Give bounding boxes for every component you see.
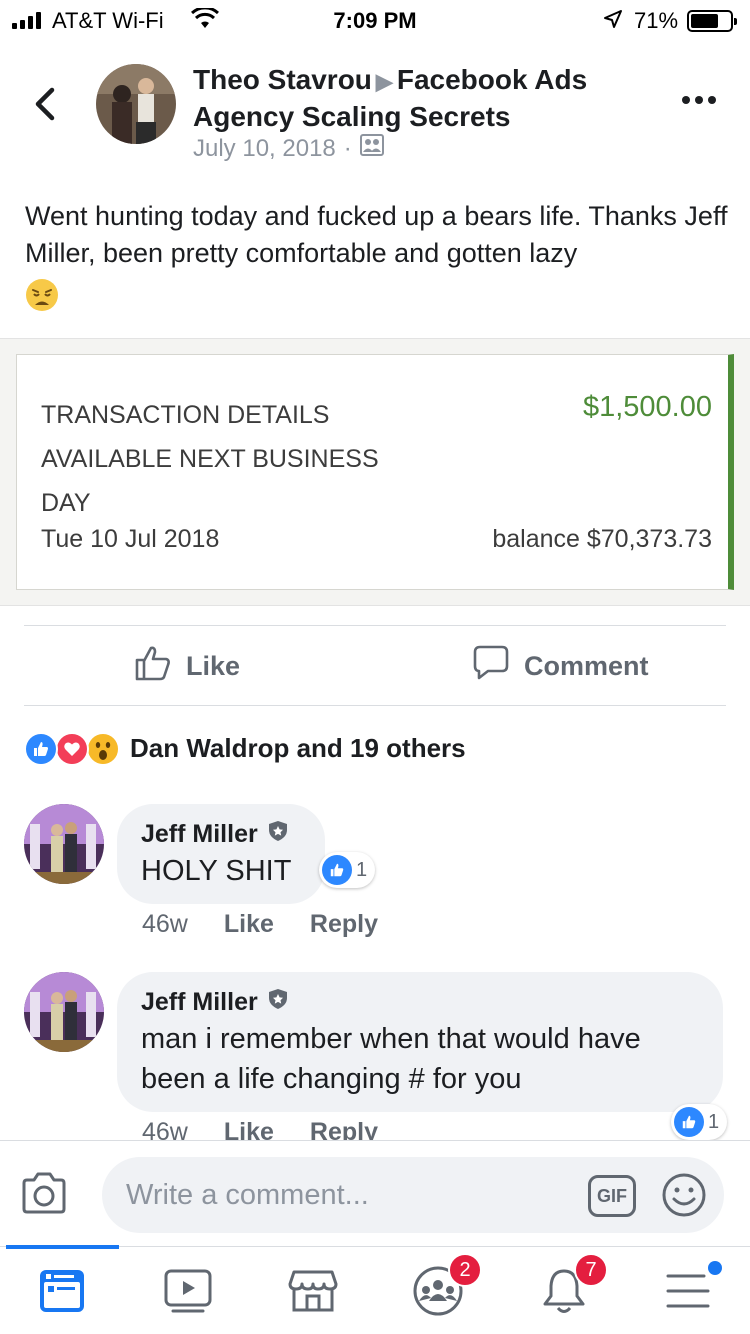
comment-bubble[interactable]: Jeff Miller HOLY SHIT bbox=[117, 804, 325, 904]
author-name[interactable]: Theo Stavrou bbox=[193, 64, 372, 95]
camera-icon[interactable] bbox=[20, 1171, 68, 1220]
more-options-icon[interactable] bbox=[682, 96, 716, 104]
author-avatar[interactable] bbox=[96, 64, 176, 144]
notifications-badge: 7 bbox=[574, 1253, 608, 1287]
transaction-balance: balance $70,373.73 bbox=[492, 525, 712, 553]
marketplace-store-icon bbox=[288, 1268, 338, 1319]
tab-marketplace[interactable] bbox=[285, 1265, 341, 1321]
post-date[interactable]: July 10, 2018 bbox=[193, 135, 336, 163]
post-header-title[interactable]: Theo Stavrou ▶ Facebook Ads Agency Scaling… bbox=[193, 62, 653, 134]
transaction-label: TRANSACTION DETAILS AVAILABLE NEXT BUSIN… bbox=[41, 401, 379, 517]
tab-groups[interactable]: 2 bbox=[410, 1253, 482, 1321]
post-meta: July 10, 2018 · bbox=[193, 134, 384, 163]
caret-right-icon: ▶ bbox=[375, 69, 393, 94]
thumbs-up-icon bbox=[134, 644, 172, 689]
admin-shield-icon bbox=[268, 988, 288, 1017]
commenter-avatar[interactable] bbox=[24, 804, 104, 884]
like-reaction-icon bbox=[24, 732, 58, 766]
reaction-icons bbox=[24, 730, 124, 766]
commenter-avatar[interactable] bbox=[24, 972, 104, 1052]
comment-bubble-icon bbox=[472, 644, 510, 689]
comment-composer: GIF bbox=[0, 1140, 750, 1246]
active-tab-indicator bbox=[6, 1245, 119, 1249]
news-feed-icon bbox=[38, 1268, 86, 1319]
like-reaction-icon bbox=[674, 1107, 704, 1137]
groups-badge: 2 bbox=[448, 1253, 482, 1287]
sticker-smiley-icon[interactable] bbox=[660, 1171, 708, 1224]
back-icon[interactable] bbox=[28, 84, 64, 124]
comment-reaction-count[interactable]: 1 bbox=[671, 1104, 728, 1140]
comment-button[interactable]: Comment bbox=[472, 644, 649, 688]
tab-bar: 2 7 bbox=[0, 1245, 750, 1334]
tab-news-feed[interactable] bbox=[34, 1265, 90, 1321]
weary-face-emoji bbox=[25, 278, 59, 322]
tab-notifications[interactable]: 7 bbox=[536, 1253, 608, 1321]
reactions-summary[interactable]: Dan Waldrop and 19 others bbox=[24, 728, 466, 768]
new-menu-dot bbox=[708, 1261, 722, 1275]
reactions-text[interactable]: Dan Waldrop and 19 others bbox=[130, 733, 466, 764]
status-bar: AT&T Wi-Fi 7:09 PM 71% bbox=[0, 0, 750, 42]
battery-percent: 71% bbox=[634, 8, 679, 33]
comment-meta: 46w Like Reply bbox=[142, 910, 378, 939]
watch-video-icon bbox=[163, 1268, 213, 1319]
transaction-date: Tue 10 Jul 2018 bbox=[41, 525, 220, 553]
tab-menu[interactable] bbox=[660, 1261, 722, 1321]
post-image[interactable]: TRANSACTION DETAILS AVAILABLE NEXT BUSIN… bbox=[0, 338, 750, 606]
divider bbox=[24, 625, 726, 626]
post-text: Went hunting today and fucked up a bears… bbox=[25, 198, 730, 322]
wow-reaction-icon bbox=[86, 732, 120, 766]
comment-time: 46w bbox=[142, 910, 188, 938]
transaction-amount: $1,500.00 bbox=[582, 391, 712, 423]
love-reaction-icon bbox=[55, 732, 89, 766]
location-arrow-icon bbox=[603, 9, 623, 35]
hamburger-menu-icon bbox=[664, 1270, 712, 1317]
group-audience-icon bbox=[359, 134, 384, 163]
comment-author[interactable]: Jeff Miller bbox=[141, 820, 301, 849]
admin-shield-icon bbox=[268, 820, 288, 849]
gif-icon[interactable]: GIF bbox=[588, 1175, 636, 1217]
transaction-card: TRANSACTION DETAILS AVAILABLE NEXT BUSIN… bbox=[16, 354, 734, 590]
separator-dot: · bbox=[343, 134, 352, 162]
like-reaction-icon bbox=[322, 855, 352, 885]
tab-watch[interactable] bbox=[160, 1265, 216, 1321]
comment-reply-button[interactable]: Reply bbox=[310, 910, 378, 939]
comment-author[interactable]: Jeff Miller bbox=[141, 988, 699, 1017]
comment-text: man i remember when that would have been… bbox=[141, 1023, 641, 1095]
divider bbox=[24, 705, 726, 706]
battery-icon bbox=[687, 10, 737, 32]
comment-text: HOLY SHIT bbox=[141, 855, 292, 887]
comment-like-button[interactable]: Like bbox=[224, 910, 274, 939]
like-button[interactable]: Like bbox=[134, 644, 240, 688]
comment-bubble[interactable]: Jeff Miller man i remember when that wou… bbox=[117, 972, 723, 1112]
comment-reaction-count[interactable]: 1 bbox=[319, 852, 376, 888]
